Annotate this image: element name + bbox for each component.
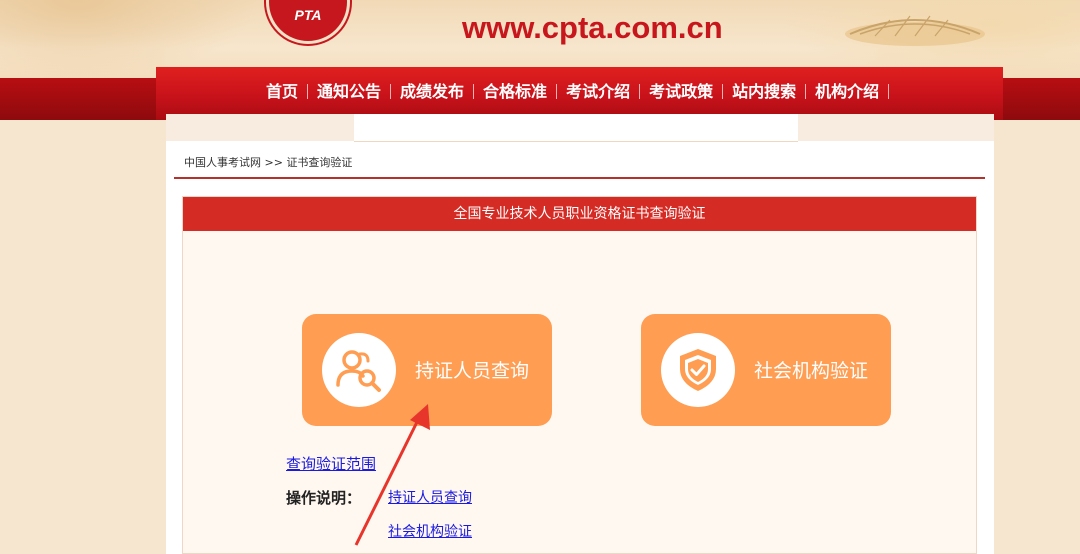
breadcrumb-divider xyxy=(174,177,985,179)
nav-item-exam-intro[interactable]: 考试介绍 xyxy=(566,81,649,103)
shield-check-icon xyxy=(661,333,735,407)
site-url[interactable]: www.cpta.com.cn xyxy=(462,10,723,46)
stadium-illustration xyxy=(845,15,985,46)
breadcrumb: 中国人事考试网 >> 证书查询验证 xyxy=(184,154,352,170)
panel-title: 全国专业技术人员职业资格证书查询验证 xyxy=(183,197,976,231)
breadcrumb-current: 证书查询验证 xyxy=(286,156,353,169)
sub-bar-tab xyxy=(354,114,798,142)
logo-text: PTA xyxy=(294,7,322,23)
institution-verify-label: 社会机构验证 xyxy=(754,360,869,382)
nav-item-exam-policy[interactable]: 考试政策 xyxy=(649,81,732,103)
institution-verify-button[interactable]: 社会机构验证 xyxy=(641,314,891,426)
breadcrumb-home[interactable]: 中国人事考试网 xyxy=(184,156,261,169)
main-nav: 首页 通知公告 成绩发布 合格标准 考试介绍 考试政策 站内搜索 机构介绍 xyxy=(156,67,1003,120)
annotation-arrow xyxy=(354,404,430,546)
nav-item-site-search[interactable]: 站内搜索 xyxy=(732,81,815,103)
people-search-icon xyxy=(322,333,396,407)
nav-item-home[interactable]: 首页 xyxy=(266,81,317,103)
nav-item-results[interactable]: 成绩发布 xyxy=(400,81,483,103)
certificate-panel: 全国专业技术人员职业资格证书查询验证 持证人员查询 社会机构验证 查询验证范围 … xyxy=(182,196,977,554)
breadcrumb-separator: >> xyxy=(264,156,283,169)
nav-item-standards[interactable]: 合格标准 xyxy=(483,81,566,103)
nav-item-notices[interactable]: 通知公告 xyxy=(317,81,400,103)
pta-logo[interactable]: PTA xyxy=(266,0,350,44)
sub-bar xyxy=(166,114,994,142)
main-content: 中国人事考试网 >> 证书查询验证 全国专业技术人员职业资格证书查询验证 持证人… xyxy=(166,114,994,554)
nav-item-about[interactable]: 机构介绍 xyxy=(815,81,898,103)
holder-query-label: 持证人员查询 xyxy=(415,360,530,382)
